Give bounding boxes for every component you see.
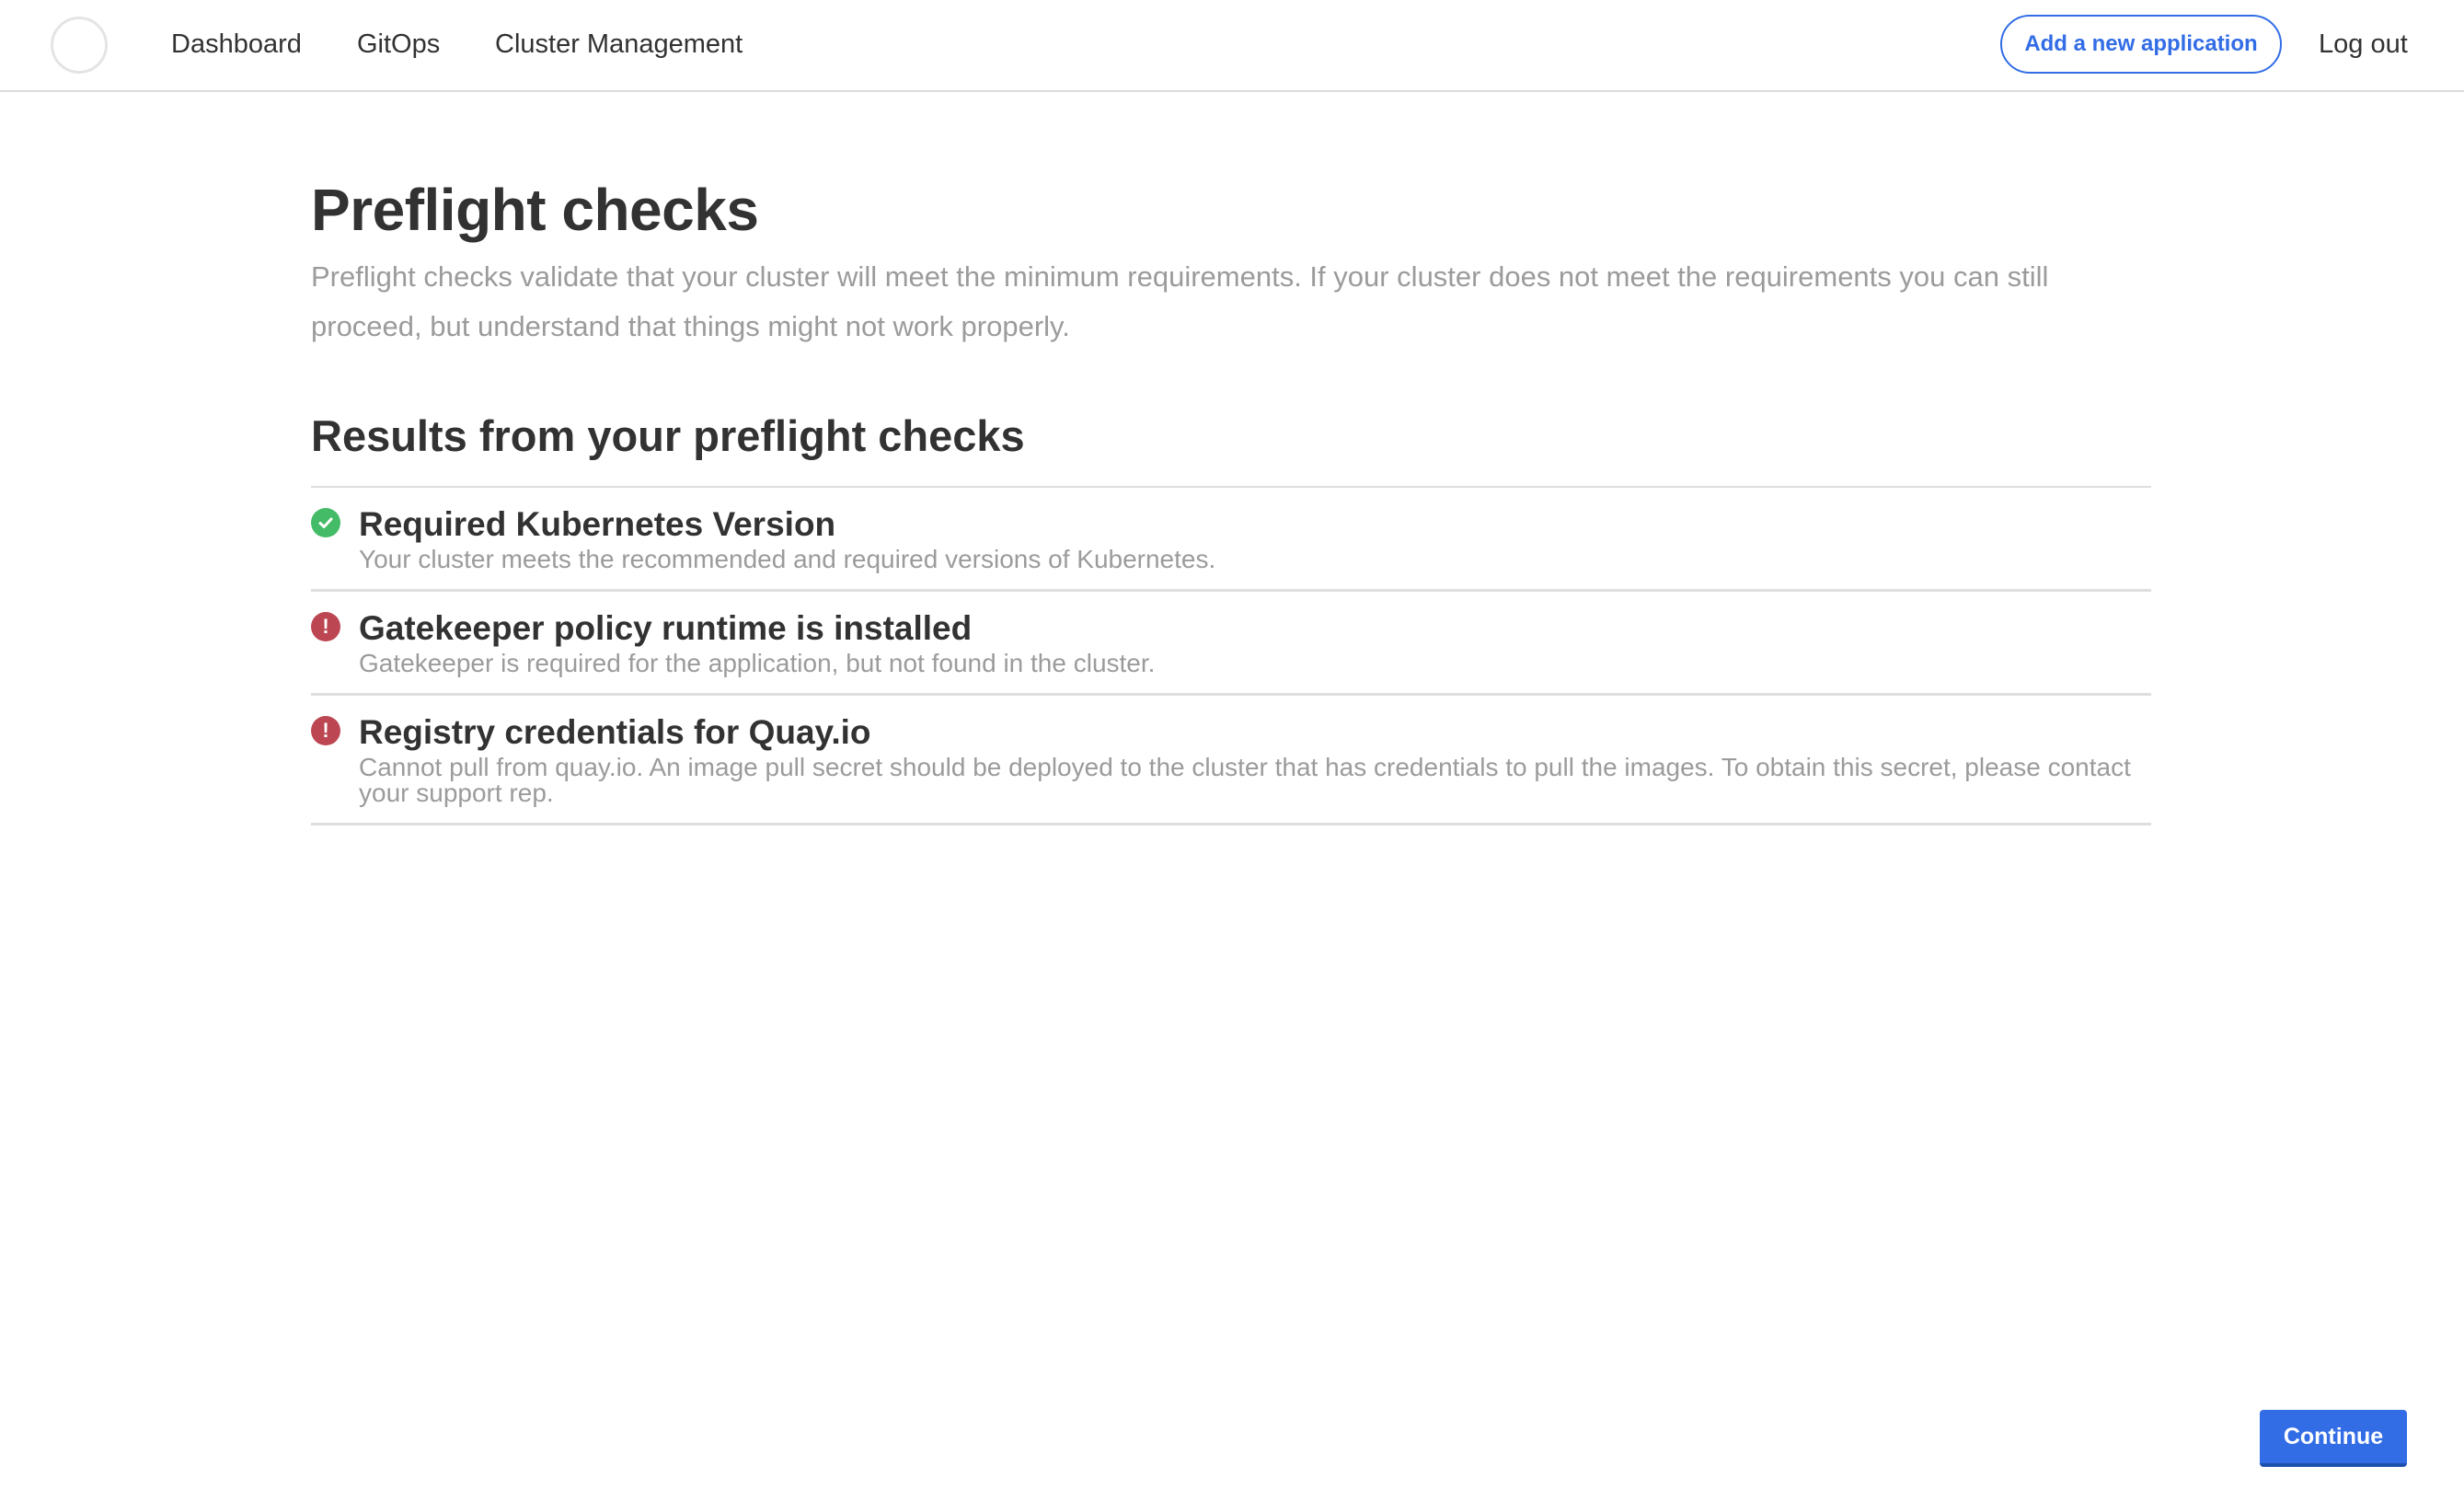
app-logo[interactable] [51, 17, 108, 74]
add-new-application-button[interactable]: Add a new application [2000, 15, 2282, 74]
result-row-registry-credentials: ! Registry credentials for Quay.io Canno… [311, 696, 2151, 825]
result-message: Your cluster meets the recommended and r… [359, 545, 1216, 573]
result-message: Cannot pull from quay.io. An image pull … [359, 753, 2131, 807]
nav-link-gitops[interactable]: GitOps [357, 26, 440, 63]
logout-link[interactable]: Log out [2319, 26, 2408, 63]
result-title: Required Kubernetes Version [359, 505, 836, 543]
result-row-kubernetes-version: Required Kubernetes Version Your cluster… [311, 488, 2151, 592]
page-title: Preflight checks [311, 177, 759, 243]
results-heading: Results from your preflight checks [311, 411, 1025, 460]
page-description: Preflight checks validate that your clus… [311, 260, 2049, 342]
top-navigation: Dashboard GitOps Cluster Management Add … [0, 0, 2464, 92]
error-circle-icon: ! [311, 612, 340, 641]
result-title: Registry credentials for Quay.io [359, 713, 871, 751]
nav-link-dashboard[interactable]: Dashboard [171, 26, 302, 63]
result-title: Gatekeeper policy runtime is installed [359, 609, 973, 647]
error-circle-icon: ! [311, 716, 340, 745]
main-content: Preflight checks Preflight checks valida… [311, 175, 2151, 825]
nav-link-cluster-management[interactable]: Cluster Management [495, 26, 743, 63]
result-message: Gatekeeper is required for the applicati… [359, 649, 1156, 677]
preflight-results-list: Required Kubernetes Version Your cluster… [311, 486, 2151, 825]
continue-button[interactable]: Continue [2260, 1410, 2407, 1467]
result-row-gatekeeper: ! Gatekeeper policy runtime is installed… [311, 592, 2151, 696]
check-circle-icon [311, 508, 340, 537]
